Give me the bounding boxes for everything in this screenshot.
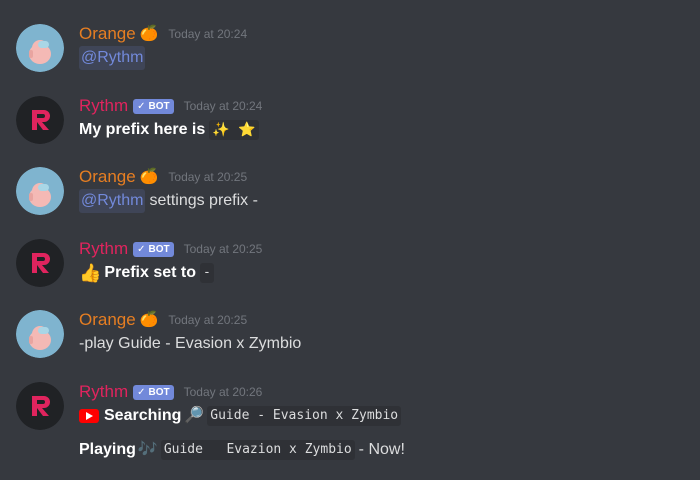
orange-emoji-icon: 🍊: [139, 311, 159, 328]
verified-check-icon: ✓: [137, 100, 146, 112]
mention-rythm[interactable]: @Rythm: [79, 46, 146, 70]
username-rythm[interactable]: Rythm: [79, 381, 128, 403]
username-orange[interactable]: Orange: [79, 309, 136, 331]
username-rythm[interactable]: Rythm: [79, 95, 128, 117]
crewmate-icon: [16, 167, 64, 215]
prefix-code: ✨ ⭐: [209, 120, 259, 140]
chat-messages: Orange 🍊 Today at 20:24 @Rythm Rythm ✓ B…: [0, 0, 700, 480]
timestamp: Today at 20:24: [183, 99, 263, 113]
timestamp: Today at 20:25: [168, 170, 248, 184]
crewmate-icon: [16, 310, 64, 358]
playing-suffix: - Now!: [358, 441, 405, 458]
avatar-rythm[interactable]: [16, 382, 64, 430]
bot-tag-label: BOT: [148, 386, 170, 398]
crewmate-icon: [16, 24, 64, 72]
message-text: settings prefix -: [149, 192, 258, 209]
bot-tag-label: BOT: [148, 100, 170, 112]
orange-emoji-icon: 🍊: [139, 168, 159, 185]
avatar-orange[interactable]: [16, 24, 64, 72]
orange-emoji-icon: 🍊: [139, 25, 159, 42]
message-1: Orange 🍊 Today at 20:24 @Rythm: [0, 22, 700, 82]
track-title-code: Guide Evazion x Zymbio: [160, 440, 355, 460]
message-5: Orange 🍊 Today at 20:25 -play Guide - Ev…: [0, 308, 700, 368]
rythm-logo-icon: [16, 96, 64, 144]
music-notes-icon: 🎶: [137, 441, 158, 458]
verified-check-icon: ✓: [137, 386, 146, 398]
bot-tag: ✓ BOT: [133, 98, 174, 114]
rythm-logo-icon: [16, 239, 64, 287]
message-text: -play Guide - Evasion x Zymbio: [79, 335, 302, 352]
rythm-logo-icon: [16, 382, 64, 430]
timestamp: Today at 20:25: [168, 313, 248, 327]
avatar-orange[interactable]: [16, 310, 64, 358]
bot-tag-label: BOT: [148, 243, 170, 255]
message-4: Rythm ✓ BOT Today at 20:25 👍 Prefix set …: [0, 237, 700, 297]
verified-check-icon: ✓: [137, 243, 146, 255]
avatar-rythm[interactable]: [16, 96, 64, 144]
message-6: Rythm ✓ BOT Today at 20:26 Searching 🔎 G…: [0, 380, 700, 470]
magnifier-icon: 🔎: [184, 407, 205, 424]
timestamp: Today at 20:24: [168, 27, 248, 41]
mention-rythm[interactable]: @Rythm: [79, 189, 146, 213]
thumbs-up-icon: 👍: [79, 263, 102, 283]
username-orange[interactable]: Orange: [79, 23, 136, 45]
timestamp: Today at 20:25: [183, 242, 263, 256]
avatar-orange[interactable]: [16, 167, 64, 215]
username-orange[interactable]: Orange: [79, 166, 136, 188]
bot-tag: ✓ BOT: [133, 241, 174, 257]
message-text: Prefix set to: [104, 264, 197, 281]
youtube-icon: [79, 409, 99, 423]
username-rythm[interactable]: Rythm: [79, 238, 128, 260]
search-query-code: Guide - Evasion x Zymbio: [207, 406, 402, 426]
timestamp: Today at 20:26: [183, 385, 263, 399]
playing-label: Playing: [79, 441, 136, 458]
searching-label: Searching: [104, 407, 182, 424]
prefix-code: -: [200, 263, 214, 283]
message-3: Orange 🍊 Today at 20:25 @Rythm settings …: [0, 165, 700, 225]
message-2: Rythm ✓ BOT Today at 20:24 My prefix her…: [0, 94, 700, 154]
bot-tag: ✓ BOT: [133, 384, 174, 400]
message-text: My prefix here is: [79, 121, 206, 138]
avatar-rythm[interactable]: [16, 239, 64, 287]
